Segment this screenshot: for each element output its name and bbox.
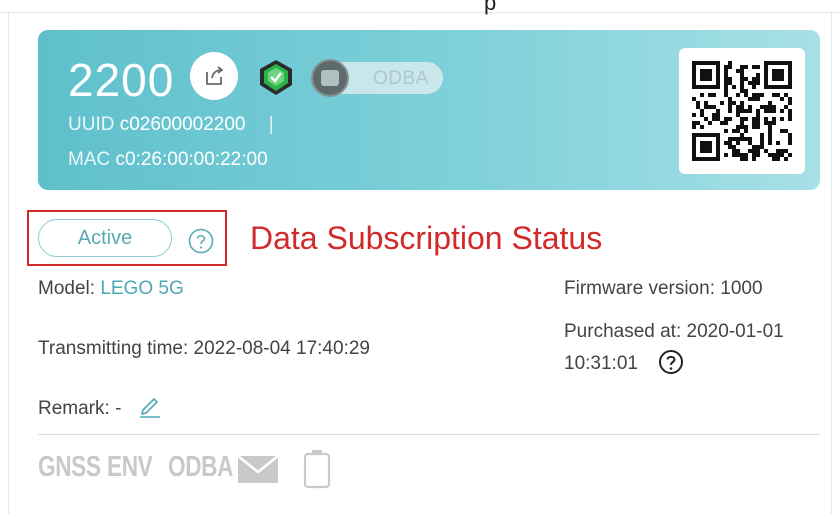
share-icon bbox=[206, 66, 224, 85]
uuid-separator: | bbox=[268, 114, 274, 135]
pencil-icon[interactable] bbox=[139, 394, 161, 418]
qr-code[interactable] bbox=[679, 48, 805, 174]
annotation-data-subscription-status: Data Subscription Status bbox=[250, 220, 603, 256]
battery-icon bbox=[303, 450, 331, 489]
device-id: 2200 bbox=[68, 54, 175, 106]
purchased-at: Purchased at: 2020-01-01 bbox=[564, 321, 784, 342]
remark: Remark: - bbox=[38, 398, 122, 419]
feature-gnss: GNSS bbox=[38, 451, 101, 483]
model-label: Model: bbox=[38, 278, 96, 299]
divider bbox=[38, 434, 820, 435]
odba-toggle-label: ODBA bbox=[373, 68, 429, 89]
firmware-version: Firmware version: 1000 bbox=[564, 278, 763, 299]
purchased-time: 10:31:01 bbox=[564, 353, 638, 374]
uuid-label: UUID bbox=[68, 114, 115, 135]
transmitting-time: Transmitting time: 2022-08-04 17:40:29 bbox=[38, 338, 370, 359]
uuid-value: c02600002200 bbox=[119, 114, 246, 135]
subscription-status-badge[interactable]: Active bbox=[38, 219, 172, 257]
purchase-help-icon[interactable] bbox=[658, 349, 684, 375]
qr-code-icon bbox=[692, 61, 792, 161]
model-row: Model: LEGO 5G bbox=[38, 278, 184, 300]
mac-label: MAC bbox=[68, 149, 111, 170]
feature-env: ENV bbox=[107, 451, 153, 483]
device-banner: 2200 ODBA UUID c02600002200 | MAC c0:26:… bbox=[38, 30, 820, 190]
odba-toggle[interactable]: ODBA bbox=[311, 59, 443, 97]
share-button[interactable] bbox=[190, 52, 238, 100]
mail-icon bbox=[238, 456, 278, 483]
feature-odba: ODBA bbox=[168, 451, 234, 483]
mac-line: MAC c0:26:00:00:22:00 bbox=[68, 149, 268, 171]
uuid-line: UUID c02600002200 | bbox=[68, 114, 274, 136]
odba-toggle-knob bbox=[311, 59, 349, 97]
mac-value: c0:26:00:00:22:00 bbox=[115, 149, 268, 170]
shield-check-icon bbox=[260, 60, 292, 95]
help-icon[interactable] bbox=[188, 228, 214, 254]
model-value-link[interactable]: LEGO 5G bbox=[100, 278, 183, 299]
